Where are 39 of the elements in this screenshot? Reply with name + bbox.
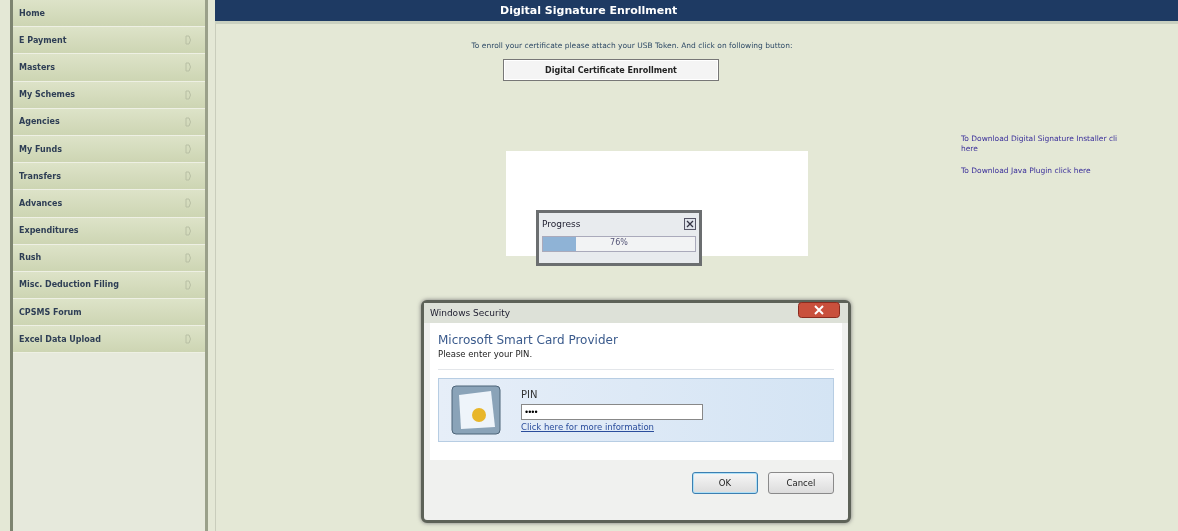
sidebar-item[interactable]: Masters: [13, 54, 205, 82]
sidebar-item[interactable]: Advances: [13, 190, 205, 218]
dialog-heading: Microsoft Smart Card Provider: [438, 333, 619, 347]
sidebar-item[interactable]: My Schemes: [13, 81, 205, 109]
more-info-link[interactable]: Click here for more information: [521, 421, 654, 432]
window-title: Windows Security: [430, 308, 510, 318]
close-icon[interactable]: [684, 218, 696, 230]
submenu-arrow-icon: [185, 198, 193, 209]
sidebar-item[interactable]: Agencies: [13, 108, 205, 136]
pin-label: PIN: [521, 388, 538, 400]
progress-percent: 76%: [609, 238, 629, 247]
sidebar-item[interactable]: Misc. Deduction Filing: [13, 271, 205, 300]
dialog-title: Progress: [542, 219, 581, 229]
sidebar-item[interactable]: CPSMS Forum: [13, 299, 205, 327]
cancel-button[interactable]: Cancel: [768, 472, 834, 494]
submenu-arrow-icon: [185, 225, 193, 236]
ok-button[interactable]: OK: [692, 472, 758, 494]
submenu-arrow-icon: [185, 35, 193, 46]
sidebar-item[interactable]: Expenditures: [13, 217, 205, 245]
sidebar-item[interactable]: Rush: [13, 244, 205, 272]
sidebar-item[interactable]: Home: [13, 0, 205, 28]
submenu-arrow-icon: [185, 89, 193, 100]
pin-field[interactable]: ••••: [521, 403, 703, 420]
sidebar-item[interactable]: Excel Data Upload: [13, 326, 205, 354]
sidebar-item[interactable]: My Funds: [13, 135, 205, 164]
submenu-arrow-icon: [185, 171, 193, 182]
sidebar-item[interactable]: E Payment: [13, 27, 205, 55]
submenu-arrow-icon: [185, 279, 193, 290]
sidebar-item[interactable]: Transfers: [13, 163, 205, 191]
submenu-arrow-icon: [185, 252, 193, 263]
page-title-bar: Digital Signature Enrollment: [215, 0, 1178, 24]
dialog-prompt: Please enter your PIN.: [438, 349, 834, 370]
submenu-arrow-icon: [185, 334, 193, 345]
submenu-arrow-icon: [185, 116, 193, 127]
enrollment-button[interactable]: Digital Certificate Enrollment: [503, 59, 719, 81]
submenu-arrow-icon: [185, 144, 193, 155]
close-icon[interactable]: [798, 302, 840, 318]
smart-card-icon: [451, 385, 501, 435]
submenu-arrow-icon: [185, 62, 193, 73]
